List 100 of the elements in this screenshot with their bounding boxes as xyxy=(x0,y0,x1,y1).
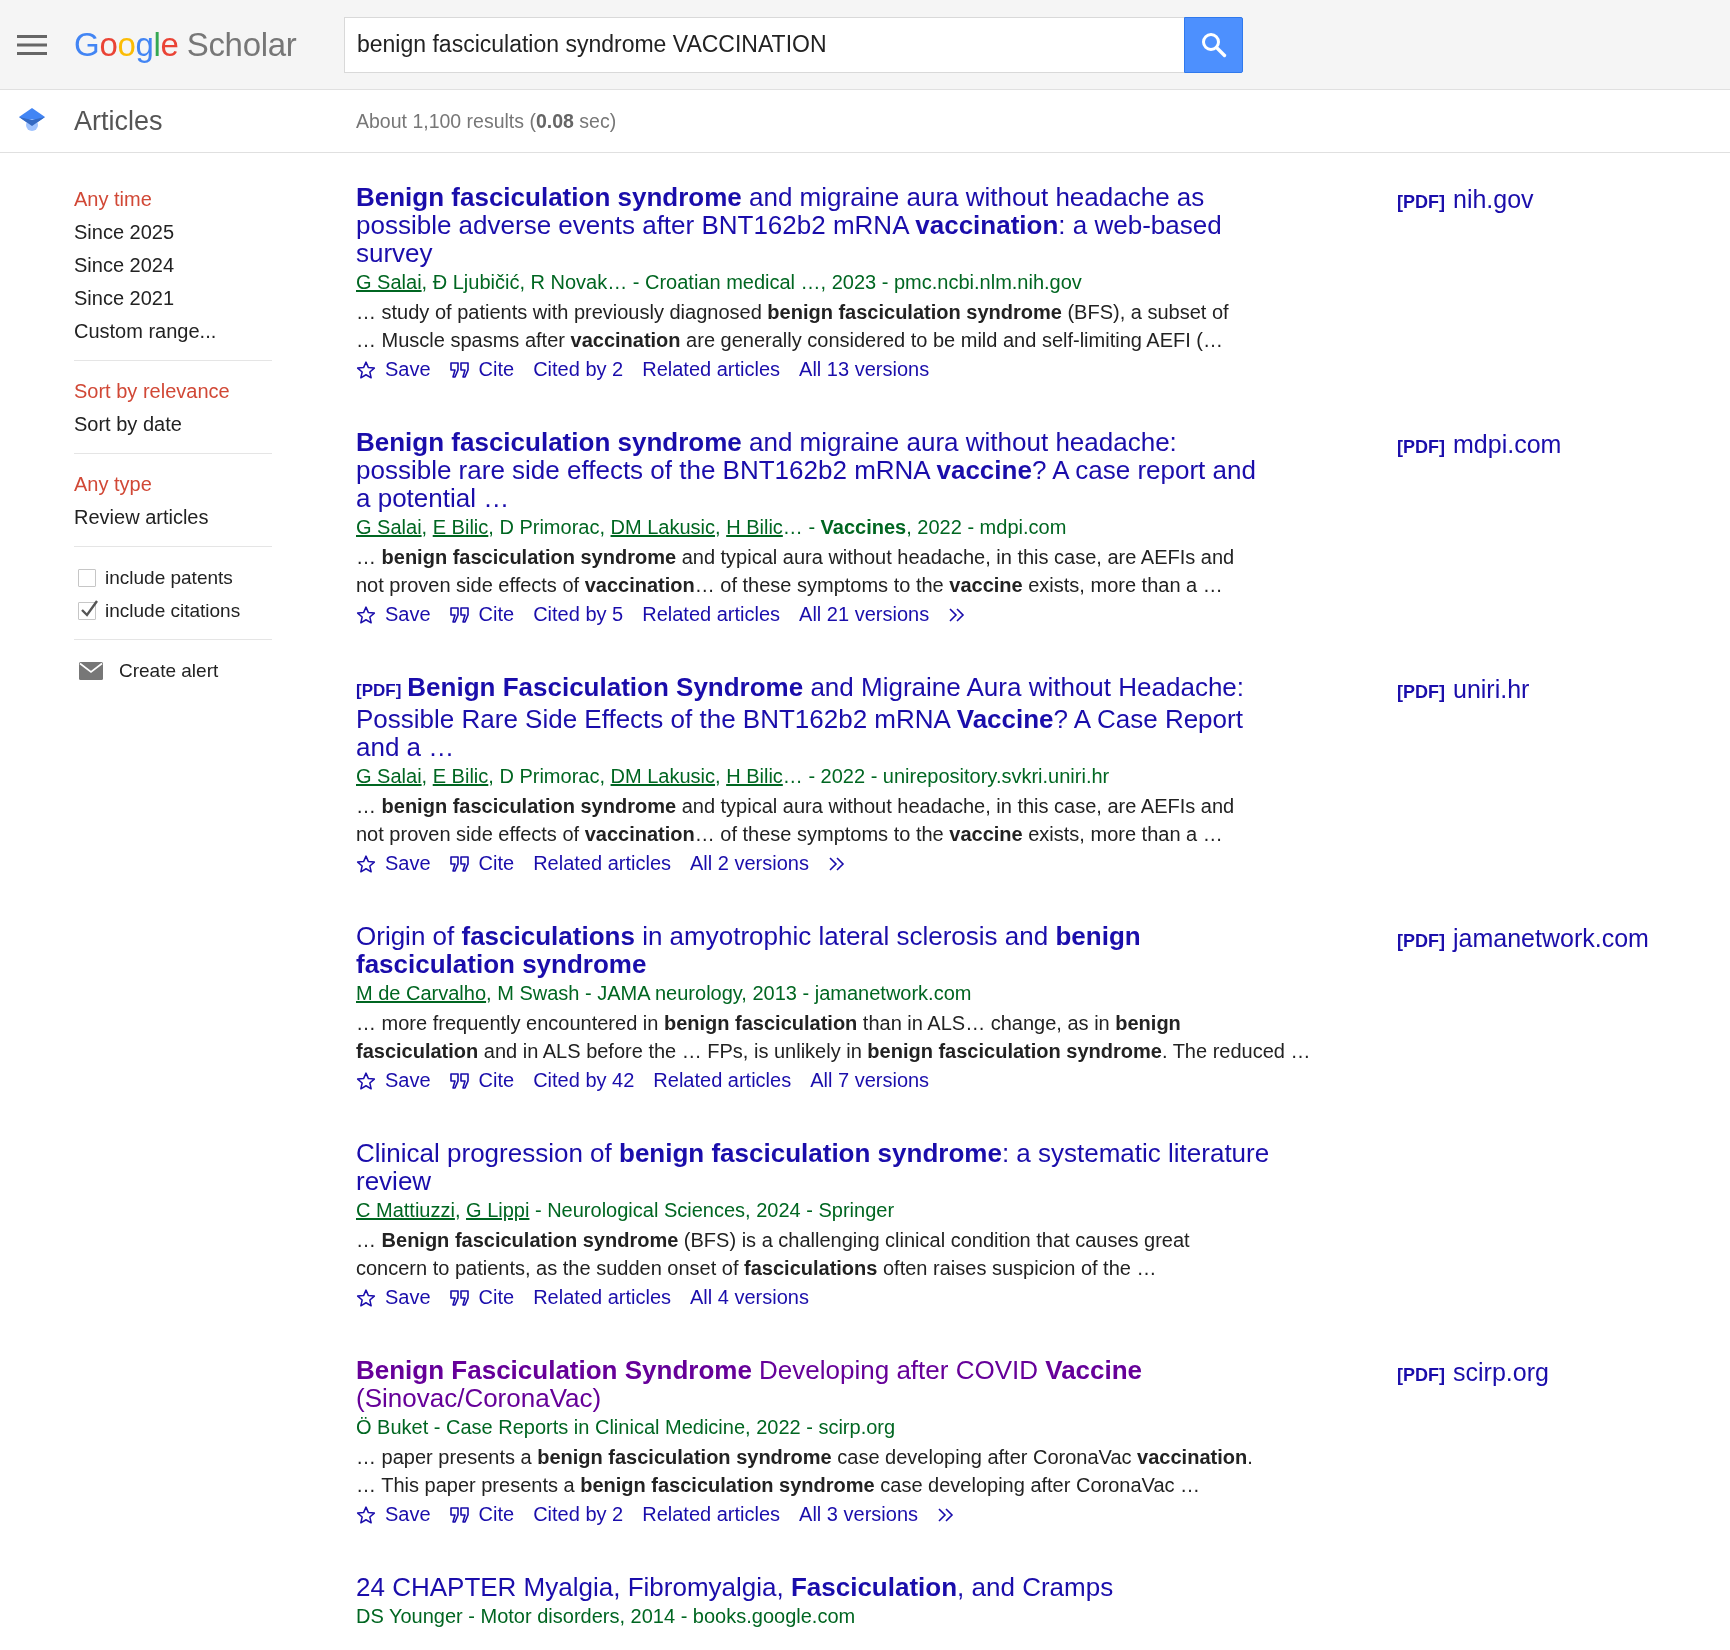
result-title[interactable]: Origin of fasciculations in amyotrophic lateral sclerosis and benign fasciculation syndrome xyxy=(356,922,1271,978)
pdf-link[interactable]: [PDF] scirp.org xyxy=(1397,1356,1549,1530)
save-link[interactable]: Save xyxy=(356,603,431,626)
filter-option[interactable]: Any time xyxy=(74,183,272,216)
result-byline: M de Carvalho, M Swash - JAMA neurology, 2013 - jamanetwork.com xyxy=(356,981,973,1006)
result-link[interactable]: Related articles xyxy=(533,852,671,875)
author-link[interactable]: G Lippi xyxy=(466,1199,530,1221)
cite-link[interactable]: Cite xyxy=(449,1069,515,1092)
filter-option[interactable]: Sort by relevance xyxy=(74,375,272,408)
quote-icon xyxy=(449,361,470,378)
result-link[interactable]: All 4 versions xyxy=(690,1286,809,1309)
result-snippet: … benign fasciculation syndrome and typical aura without headache, in this case, are AEFIs and xyxy=(356,545,1236,570)
star-icon xyxy=(356,359,376,380)
result-title[interactable]: [PDF] Benign Fasciculation Syndrome and Migraine Aura without Headache: Possible Rare Side Effects of the BNT162b2 mRNA Vaccine? A Case Report and a … xyxy=(356,673,1271,761)
filter-option[interactable]: Since 2021 xyxy=(74,282,272,315)
result-byline: DS Younger - Motor disorders, 2014 - books.google.com xyxy=(356,1604,857,1629)
filter-option[interactable]: Since 2025 xyxy=(74,216,272,249)
quote-icon xyxy=(449,1289,470,1306)
quote-icon xyxy=(449,855,470,872)
checkbox-label[interactable]: include patents xyxy=(105,566,233,589)
filter-option[interactable]: Custom range... xyxy=(74,315,272,348)
star-icon xyxy=(356,1287,376,1308)
cite-link[interactable]: Cite xyxy=(449,1503,515,1526)
cite-link[interactable]: Cite xyxy=(449,1286,515,1309)
author-link[interactable]: H Bilic xyxy=(726,516,783,538)
checkbox[interactable] xyxy=(78,568,96,587)
cite-link[interactable]: Cite xyxy=(449,358,515,381)
quote-icon xyxy=(449,606,470,623)
result-link[interactable]: All 2 versions xyxy=(690,852,809,875)
result-link[interactable]: Cited by 2 xyxy=(533,1503,624,1526)
author-link[interactable]: M de Carvalho xyxy=(356,982,487,1004)
result-snippet: … This paper presents a benign fasciculation syndrome case developing after CoronaVac … xyxy=(356,1473,1202,1498)
result-link[interactable]: All 3 versions xyxy=(799,1503,918,1526)
checkbox-label[interactable]: include citations xyxy=(105,599,241,622)
filter-option[interactable]: Review articles xyxy=(74,501,272,534)
result-snippet: fasciculation and in ALS before the … FPs, is unlikely in benign fasciculation syndrome. The reduced … xyxy=(356,1039,1312,1064)
create-alert-link[interactable]: Create alert xyxy=(119,660,219,682)
checkbox[interactable] xyxy=(78,601,96,620)
star-icon xyxy=(356,1504,376,1525)
star-icon xyxy=(356,604,376,625)
result-byline: G Salai, E Bilic, D Primorac, DM Lakusic, H Bilic… - 2022 - unirepository.svkri.uniri.hr xyxy=(356,764,1111,789)
author-link[interactable]: DM Lakusic xyxy=(610,516,716,538)
save-link[interactable]: Save xyxy=(356,358,431,381)
result-title[interactable]: Benign fasciculation syndrome and migraine aura without headache: possible rare side effects of the BNT162b2 mRNA vaccine? A case report and a potential … xyxy=(356,428,1271,512)
result-link[interactable]: Related articles xyxy=(642,358,781,381)
cite-link[interactable]: Cite xyxy=(449,852,515,875)
quote-icon xyxy=(449,1506,470,1523)
result-snippet: concern to patients, as the sudden onset of fasciculations often raises suspicion of the … xyxy=(356,1256,1158,1281)
logo[interactable]: Google Scholar xyxy=(74,25,344,64)
search-field[interactable]: benign fasciculation syndrome VACCINATION xyxy=(344,16,1184,73)
results-count: About 1,100 results (0.08 sec) xyxy=(356,109,617,133)
filter-option[interactable]: Since 2024 xyxy=(74,249,272,282)
star-icon xyxy=(356,1070,376,1091)
result-snippet: not proven side effects of vaccination… of these symptoms to the vaccine exists, more than a … xyxy=(356,822,1224,847)
result-title[interactable]: Clinical progression of benign fasciculation syndrome: a systematic literature review xyxy=(356,1139,1271,1195)
pdf-link[interactable]: [PDF] uniri.hr xyxy=(1397,673,1530,879)
result-link[interactable]: Related articles xyxy=(642,1503,781,1526)
result-byline: G Salai, Đ Ljubičić, R Novak… - Croatian medical …, 2023 - pmc.ncbi.nlm.nih.gov xyxy=(356,270,1083,295)
envelope-icon[interactable] xyxy=(79,662,103,680)
result-snippet: … Muscle spasms after vaccination are generally considered to be mild and self-limiting AEFI (… xyxy=(356,328,1225,353)
author-link[interactable]: G Salai xyxy=(356,271,422,293)
save-link[interactable]: Save xyxy=(356,1286,431,1309)
cite-link[interactable]: Cite xyxy=(449,603,515,626)
menu-icon[interactable] xyxy=(17,33,47,56)
save-link[interactable]: Save xyxy=(356,1503,431,1526)
result-link[interactable]: All 13 versions xyxy=(799,358,930,381)
filter-option[interactable]: Any type xyxy=(74,468,272,501)
author-link[interactable]: DM Lakusic xyxy=(610,765,716,787)
result-link[interactable]: All 7 versions xyxy=(810,1069,930,1092)
result-link[interactable]: Related articles xyxy=(653,1069,792,1092)
quote-icon xyxy=(449,1072,470,1089)
result-title[interactable]: Benign fasciculation syndrome and migraine aura without headache as possible adverse events after BNT162b2 mRNA vaccination: a web-based survey xyxy=(356,183,1271,267)
result-link[interactable]: Cited by 5 xyxy=(533,603,624,626)
result-title[interactable]: Benign Fasciculation Syndrome Developing after COVID Vaccine (Sinovac/CoronaVac) xyxy=(356,1356,1271,1412)
result-byline: G Salai, E Bilic, D Primorac, DM Lakusic, H Bilic… - Vaccines, 2022 - mdpi.com xyxy=(356,515,1068,540)
filter-option[interactable]: Sort by date xyxy=(74,408,272,441)
result-link[interactable]: Related articles xyxy=(533,1286,671,1309)
result-link[interactable]: Related articles xyxy=(642,603,781,626)
result-snippet: … Benign fasciculation syndrome (BFS) is a challenging clinical condition that causes great xyxy=(356,1228,1191,1253)
result-link[interactable]: All 21 versions xyxy=(799,603,930,626)
star-icon xyxy=(356,853,376,874)
pdf-link[interactable]: [PDF] jamanetwork.com xyxy=(1397,922,1649,1096)
result-link[interactable]: Cited by 2 xyxy=(533,358,624,381)
search-icon xyxy=(1200,31,1227,58)
result-link[interactable]: Cited by 42 xyxy=(533,1069,635,1092)
result-snippet: … study of patients with previously diagnosed benign fasciculation syndrome (BFS), a subset of xyxy=(356,300,1230,325)
result-title[interactable]: 24 CHAPTER Myalgia, Fibromyalgia, Fasciculation, and Cramps xyxy=(356,1573,1271,1601)
author-link[interactable]: G Salai xyxy=(356,765,422,787)
pdf-link[interactable]: [PDF] mdpi.com xyxy=(1397,428,1562,630)
result-byline: C Mattiuzzi, G Lippi - Neurological Sciences, 2024 - Springer xyxy=(356,1198,896,1223)
save-link[interactable]: Save xyxy=(356,1069,431,1092)
result-snippet: … more frequently encountered in benign fasciculation than in ALS… change, as in benign xyxy=(356,1011,1182,1036)
author-link[interactable]: G Salai xyxy=(356,516,422,538)
save-link[interactable]: Save xyxy=(356,852,431,875)
search-button[interactable] xyxy=(1184,16,1243,73)
author-link[interactable]: C Mattiuzzi xyxy=(356,1199,455,1221)
pdf-link[interactable]: [PDF] nih.gov xyxy=(1397,183,1534,385)
author-link[interactable]: H Bilic xyxy=(726,765,783,787)
section-title: Articles xyxy=(74,105,164,137)
result-byline: Ö Buket - Case Reports in Clinical Medicine, 2022 - scirp.org xyxy=(356,1415,897,1440)
